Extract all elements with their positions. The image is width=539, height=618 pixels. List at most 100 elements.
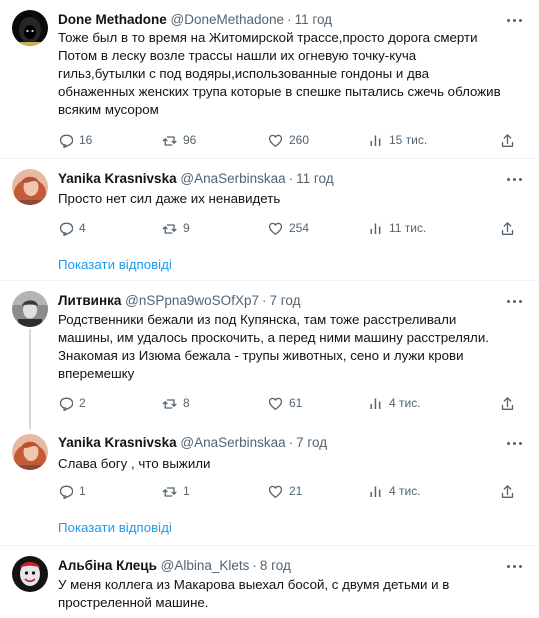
avatar-photo — [12, 434, 48, 470]
author-name[interactable]: Done Methadone — [58, 12, 167, 27]
avatar[interactable] — [12, 10, 48, 46]
show-replies-link[interactable]: Показати відповіді — [58, 519, 172, 537]
tweet-header: Альбіна Клець @Albina_Klets · 8 год — [58, 557, 499, 574]
author-handle[interactable]: @nSPpna9woSOfXp7 — [125, 293, 259, 308]
like-count: 21 — [289, 484, 303, 498]
views-button[interactable]: 4 тис. — [368, 482, 421, 500]
tweet-text-line: Родственники бежали из под Купянска, там… — [58, 312, 457, 327]
tweet-text-line: Просто нет сил даже их ненавидеть — [58, 191, 281, 206]
tweet-text-line: Знакомая из Изюма бежала - трупы животны… — [58, 348, 464, 363]
timestamp[interactable]: 7 год — [269, 293, 300, 308]
avatar[interactable] — [12, 291, 48, 327]
views-button[interactable]: 15 тис. — [368, 131, 427, 149]
like-button[interactable]: 21 — [268, 482, 302, 500]
tweet-header: Литвинка @nSPpna9woSOfXp7 · 7 год — [58, 292, 499, 309]
avatar-photo — [12, 556, 48, 592]
retweet-count: 1 — [183, 484, 190, 498]
retweet-icon — [162, 135, 177, 146]
tweet[interactable]: Yanika Krasnivska @AnaSerbinskaa · 11 год … — [0, 159, 539, 279]
tweet-text: Тоже был в то время на Житомирской трасс… — [58, 29, 523, 119]
views-icon — [370, 223, 381, 234]
more-icon[interactable] — [507, 294, 525, 308]
separator-dot: · — [261, 293, 267, 308]
reply-icon — [59, 485, 73, 499]
share-button[interactable] — [500, 219, 521, 237]
retweet-icon — [162, 398, 177, 409]
author-name[interactable]: Yanika Krasnivska — [58, 435, 177, 450]
avatar-photo — [12, 291, 48, 327]
share-button[interactable] — [500, 482, 521, 500]
author-name[interactable]: Литвинка — [58, 293, 121, 308]
views-icon — [370, 398, 381, 409]
reply-button[interactable]: 4 — [58, 219, 86, 237]
timestamp[interactable]: 7 год — [296, 435, 327, 450]
retweet-button[interactable]: 8 — [162, 394, 190, 412]
like-icon — [268, 134, 283, 147]
views-button[interactable]: 4 тис. — [368, 394, 421, 412]
share-button[interactable] — [500, 394, 521, 412]
author-handle[interactable]: @AnaSerbinskaa — [180, 435, 285, 450]
separator-dot: · — [252, 558, 257, 573]
tweet-text-line: Потом в леску возле трассы нашли их огне… — [58, 48, 417, 63]
like-count: 254 — [289, 221, 310, 235]
more-icon[interactable] — [507, 13, 525, 27]
tweet[interactable]: Литвинка @nSPpna9woSOfXp7 · 7 год Родствен… — [0, 281, 539, 429]
author-name[interactable]: Альбіна Клець — [58, 558, 157, 573]
reply-icon — [59, 134, 73, 148]
like-button[interactable]: 260 — [268, 131, 309, 149]
tweet[interactable]: Альбіна Клець @Albina_Klets · 8 год У меня… — [0, 546, 539, 618]
avatar[interactable] — [12, 434, 48, 470]
tweet-text: Слава богу , что выжили — [58, 455, 523, 473]
avatar-hooded-figure — [12, 10, 48, 46]
share-icon — [501, 221, 514, 235]
views-icon — [370, 135, 381, 146]
action-bar: 1 1 21 4 тис. — [58, 482, 528, 500]
like-count: 61 — [289, 396, 303, 410]
more-icon[interactable] — [507, 436, 525, 450]
retweet-button[interactable]: 9 — [162, 219, 190, 237]
share-button[interactable] — [500, 131, 521, 149]
like-button[interactable]: 254 — [268, 219, 309, 237]
view-count: 4 тис. — [389, 396, 421, 410]
view-count: 11 тис. — [389, 221, 427, 235]
views-button[interactable]: 11 тис. — [368, 219, 426, 237]
tweet-text: Родственники бежали из под Купянска, там… — [58, 311, 523, 383]
retweet-icon — [162, 223, 177, 234]
avatar[interactable] — [12, 556, 48, 592]
reply-button[interactable]: 2 — [58, 394, 86, 412]
reply-button[interactable]: 16 — [58, 131, 92, 149]
avatar[interactable] — [12, 169, 48, 205]
like-icon — [268, 485, 283, 498]
thread-connector — [29, 329, 31, 429]
timestamp[interactable]: 11 год — [295, 12, 332, 27]
timestamp[interactable]: 11 год — [296, 171, 333, 186]
separator-dot: · — [288, 435, 294, 450]
author-handle[interactable]: @DoneMethadone — [171, 12, 285, 27]
tweet[interactable]: Done Methadone @DoneMethadone · 11 год Тож… — [0, 0, 539, 158]
action-bar: 16 96 260 15 тис. — [58, 131, 528, 149]
tweet-text-line: Тоже был в то время на Житомирской трасс… — [58, 30, 478, 45]
tweet[interactable]: Yanika Krasnivska @AnaSerbinskaa · 7 год С… — [0, 429, 539, 543]
retweet-count: 9 — [183, 221, 190, 235]
reply-count: 16 — [79, 133, 93, 147]
like-icon — [268, 222, 283, 235]
share-icon — [501, 484, 514, 498]
tweet-text-line: всяким мусором — [58, 102, 159, 117]
author-handle[interactable]: @AnaSerbinskaa — [180, 171, 285, 186]
more-icon[interactable] — [507, 559, 525, 573]
tweet-text-line: вперемешку — [58, 366, 135, 381]
retweet-button[interactable]: 1 — [162, 482, 190, 500]
show-replies-link[interactable]: Показати відповіді — [58, 256, 172, 274]
author-name[interactable]: Yanika Krasnivska — [58, 171, 177, 186]
reply-count: 1 — [79, 484, 86, 498]
reply-icon — [59, 222, 73, 236]
tweet-text-line: машины, им удалось проскочить, а перед н… — [58, 330, 489, 345]
action-bar: 2 8 61 4 тис. — [58, 394, 528, 412]
reply-button[interactable]: 1 — [58, 482, 86, 500]
author-handle[interactable]: @Albina_Klets — [161, 558, 250, 573]
avatar-photo — [12, 169, 48, 205]
more-icon[interactable] — [507, 172, 525, 186]
timestamp[interactable]: 8 год — [260, 558, 291, 573]
retweet-button[interactable]: 96 — [162, 131, 196, 149]
like-button[interactable]: 61 — [268, 394, 302, 412]
